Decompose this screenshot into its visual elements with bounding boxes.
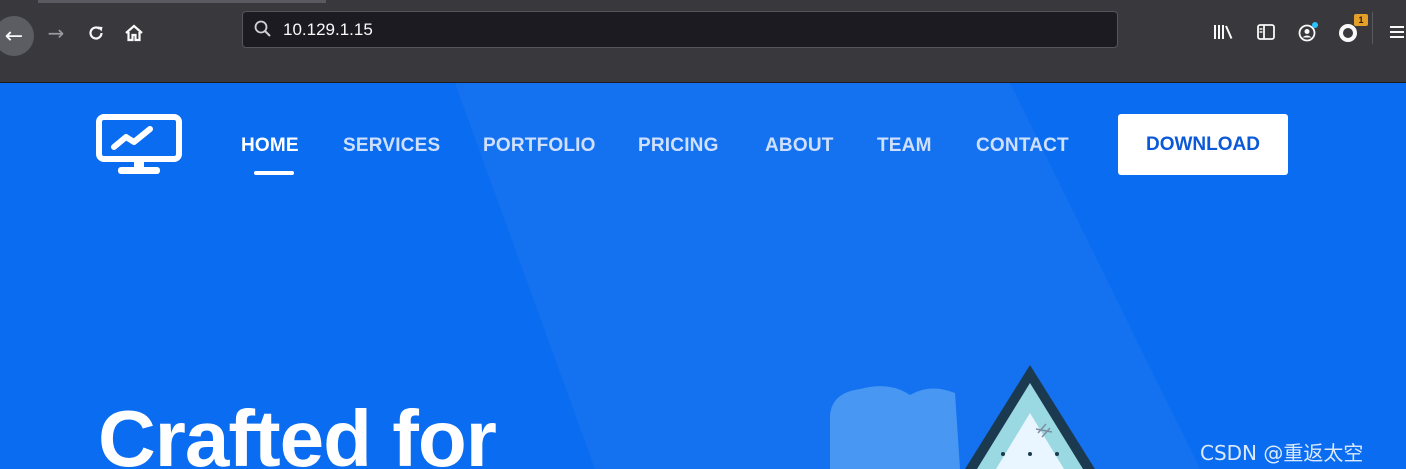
home-button[interactable] <box>120 19 148 47</box>
address-bar[interactable]: 10.129.1.15 <box>242 11 1118 48</box>
library-icon <box>1214 25 1233 39</box>
monitor-chart-icon <box>96 114 182 174</box>
nav-pricing[interactable]: PRICING <box>638 135 719 157</box>
rocket-illustration <box>830 365 1095 469</box>
hero-title: Crafted for <box>98 394 497 469</box>
csdn-watermark: CSDN @重返太空 <box>1200 441 1364 465</box>
home-icon <box>125 24 143 42</box>
arrow-left-icon: ← <box>4 23 24 49</box>
search-icon <box>254 20 271 37</box>
forward-button[interactable]: → <box>42 19 70 47</box>
nav-contact[interactable]: CONTACT <box>976 135 1069 157</box>
web-page: HOME SERVICES PORTFOLIO PRICING ABOUT TE… <box>0 83 1406 469</box>
account-icon <box>1298 22 1318 42</box>
reload-button[interactable] <box>82 19 110 47</box>
active-nav-underline <box>254 171 294 175</box>
nav-services[interactable]: SERVICES <box>343 135 440 157</box>
menu-button[interactable] <box>1388 19 1406 45</box>
site-logo[interactable] <box>96 114 184 182</box>
toolbar-separator <box>1372 12 1373 44</box>
arrow-right-icon: → <box>47 21 65 45</box>
nav-team[interactable]: TEAM <box>877 135 932 157</box>
tab-strip-edge <box>38 0 326 3</box>
nav-home[interactable]: HOME <box>241 135 299 157</box>
reload-icon <box>89 26 103 40</box>
extension-button[interactable]: 1 <box>1336 14 1368 45</box>
url-text: 10.129.1.15 <box>283 20 373 39</box>
sidebar-icon <box>1257 24 1275 40</box>
download-button[interactable]: DOWNLOAD <box>1118 114 1288 175</box>
nav-about[interactable]: ABOUT <box>765 135 834 157</box>
library-button[interactable] <box>1212 19 1234 45</box>
browser-toolbar: ← → 10.129.1.15 1 <box>0 0 1406 83</box>
account-button[interactable] <box>1296 19 1320 45</box>
nav-portfolio[interactable]: PORTFOLIO <box>483 135 596 157</box>
hamburger-menu-icon <box>1390 26 1404 38</box>
extension-badge: 1 <box>1354 14 1368 26</box>
back-button[interactable]: ← <box>0 16 34 56</box>
sidebar-button[interactable] <box>1255 19 1277 45</box>
